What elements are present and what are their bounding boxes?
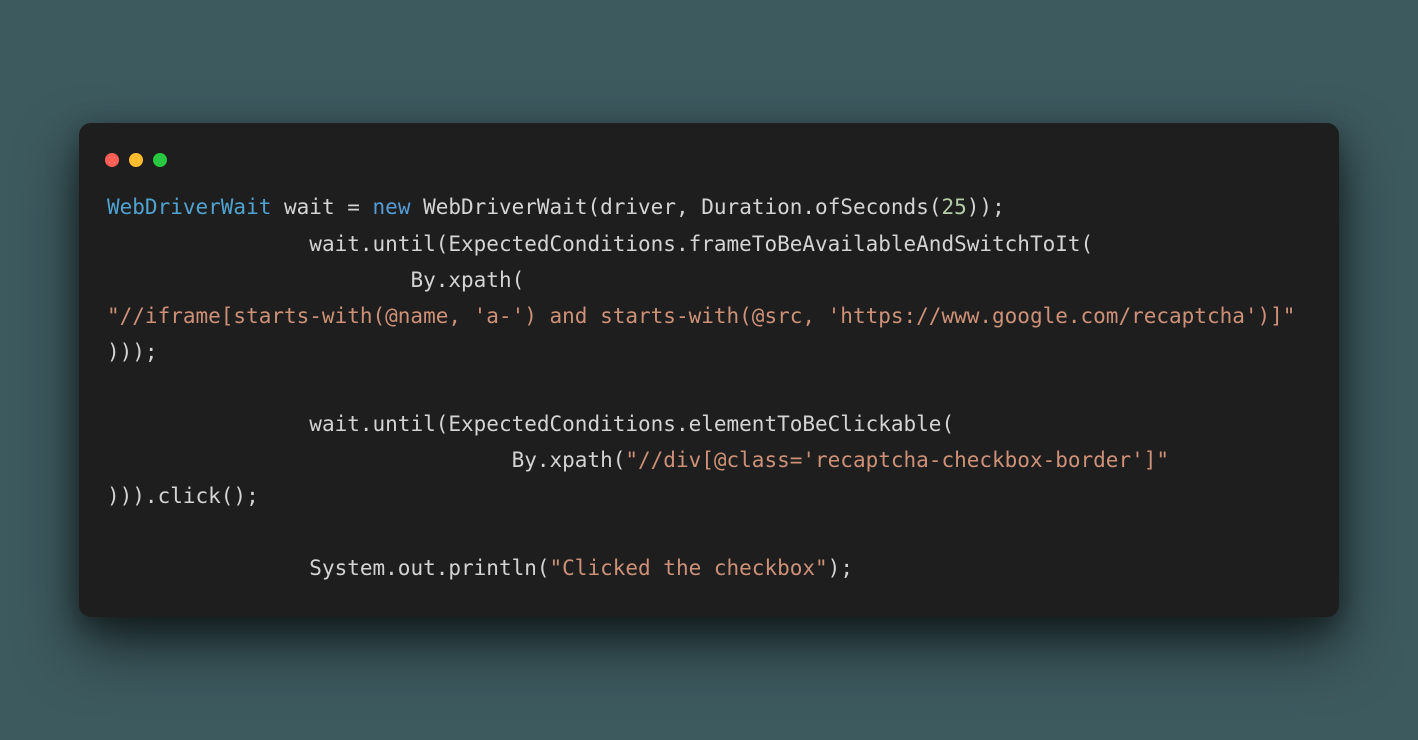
code-token: ); bbox=[828, 556, 853, 580]
window-titlebar bbox=[79, 145, 1339, 189]
code-token: wait.until(ExpectedConditions.frameToBeA… bbox=[309, 232, 1093, 256]
code-token: System.out.println( bbox=[309, 556, 549, 580]
code-indent bbox=[107, 412, 309, 436]
close-icon[interactable] bbox=[105, 153, 119, 167]
code-token-string: "//iframe[starts-with(@name, 'a-') and s… bbox=[107, 304, 1295, 328]
code-indent bbox=[107, 268, 410, 292]
code-token-keyword: new bbox=[373, 195, 411, 219]
code-token-string: "Clicked the checkbox" bbox=[550, 556, 828, 580]
minimize-icon[interactable] bbox=[129, 153, 143, 167]
code-token-number: 25 bbox=[941, 195, 966, 219]
code-token-type: WebDriverWait bbox=[107, 195, 271, 219]
code-indent bbox=[107, 448, 512, 472]
code-token: WebDriverWait(driver, Duration.ofSeconds… bbox=[410, 195, 941, 219]
code-area: WebDriverWait wait = new WebDriverWait(d… bbox=[79, 189, 1339, 586]
code-token: wait.until(ExpectedConditions.elementToB… bbox=[309, 412, 954, 436]
code-token: wait = bbox=[271, 195, 372, 219]
code-token: ))).click(); bbox=[107, 484, 259, 508]
maximize-icon[interactable] bbox=[153, 153, 167, 167]
code-token-string: "//div[@class='recaptcha-checkbox-border… bbox=[625, 448, 1169, 472]
code-indent bbox=[107, 232, 309, 256]
code-token: By.xpath( bbox=[410, 268, 524, 292]
code-snippet-window: WebDriverWait wait = new WebDriverWait(d… bbox=[79, 123, 1339, 616]
code-indent bbox=[107, 556, 309, 580]
code-token: )); bbox=[967, 195, 1005, 219]
code-token: ))); bbox=[107, 340, 158, 364]
code-token: By.xpath( bbox=[512, 448, 626, 472]
